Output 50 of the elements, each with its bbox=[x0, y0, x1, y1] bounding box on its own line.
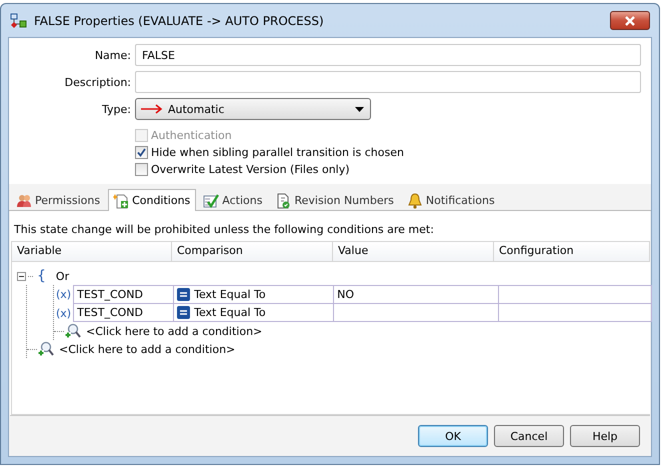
document-check-icon bbox=[275, 192, 292, 208]
table-cell[interactable]: NO bbox=[334, 286, 500, 303]
people-icon bbox=[16, 192, 32, 208]
column-header[interactable]: Value bbox=[333, 242, 494, 261]
field-label: Description: bbox=[64, 76, 131, 88]
type-dropdown[interactable]: Automatic bbox=[135, 98, 371, 120]
dialog-button[interactable]: Cancel bbox=[494, 425, 564, 447]
equals-icon bbox=[177, 288, 190, 301]
dialog-button[interactable]: OK bbox=[418, 425, 488, 447]
window-title: FALSE Properties (EVALUATE -> AUTO PROCESS) bbox=[34, 14, 324, 28]
workflow-icon bbox=[10, 12, 28, 28]
close-button[interactable] bbox=[610, 11, 650, 30]
close-icon bbox=[624, 16, 636, 26]
add-condition-link[interactable]: <Click here to add a condition> bbox=[86, 324, 262, 338]
table-cell[interactable]: TEST_COND bbox=[74, 286, 174, 303]
tab[interactable]: Revision Numbers bbox=[270, 190, 400, 210]
magnifier-plus-icon bbox=[37, 341, 55, 357]
tab[interactable]: Notifications bbox=[402, 190, 501, 210]
checkbox[interactable]: Hide when sibling parallel transition is chosen bbox=[135, 146, 641, 159]
field-label: Type: bbox=[101, 102, 131, 116]
checkbox: Authentication bbox=[135, 129, 641, 142]
checklist-icon bbox=[203, 192, 220, 208]
column-header[interactable]: Comparison bbox=[172, 242, 333, 261]
column-header[interactable]: Configuration bbox=[494, 242, 650, 261]
table-cell[interactable]: Text Equal To bbox=[174, 286, 334, 303]
checkmark-icon bbox=[137, 148, 146, 157]
variable-icon: (x) bbox=[56, 288, 72, 301]
checkbox[interactable]: Overwrite Latest Version (Files only) bbox=[135, 163, 641, 176]
brace-icon: { bbox=[37, 268, 46, 284]
document-plus-icon bbox=[113, 192, 130, 208]
add-condition-link[interactable]: <Click here to add a condition> bbox=[59, 342, 236, 356]
dialog-button[interactable]: Help bbox=[570, 425, 640, 447]
arrow-icon bbox=[140, 104, 164, 114]
field-label: Name: bbox=[94, 48, 131, 62]
magnifier-plus-icon bbox=[64, 323, 82, 339]
tab[interactable]: Conditions bbox=[108, 189, 196, 211]
operator-label[interactable]: Or bbox=[56, 270, 70, 282]
instruction-text: This state change will be prohibited unless the following conditions are met: bbox=[13, 222, 435, 238]
bell-icon bbox=[406, 192, 423, 208]
tab[interactable]: Permissions bbox=[11, 190, 106, 210]
equals-icon bbox=[177, 306, 190, 319]
caret-icon bbox=[355, 106, 364, 112]
table-cell[interactable]: TEST_COND bbox=[74, 304, 174, 321]
name-field[interactable]: FALSE bbox=[135, 44, 641, 66]
column-header[interactable]: Variable bbox=[12, 242, 172, 261]
variable-icon: (x) bbox=[56, 306, 72, 320]
description-field[interactable] bbox=[135, 71, 641, 93]
table-cell[interactable]: Text Equal To bbox=[174, 304, 334, 321]
tab[interactable]: Actions bbox=[198, 190, 268, 210]
collapse-icon[interactable] bbox=[17, 272, 26, 280]
